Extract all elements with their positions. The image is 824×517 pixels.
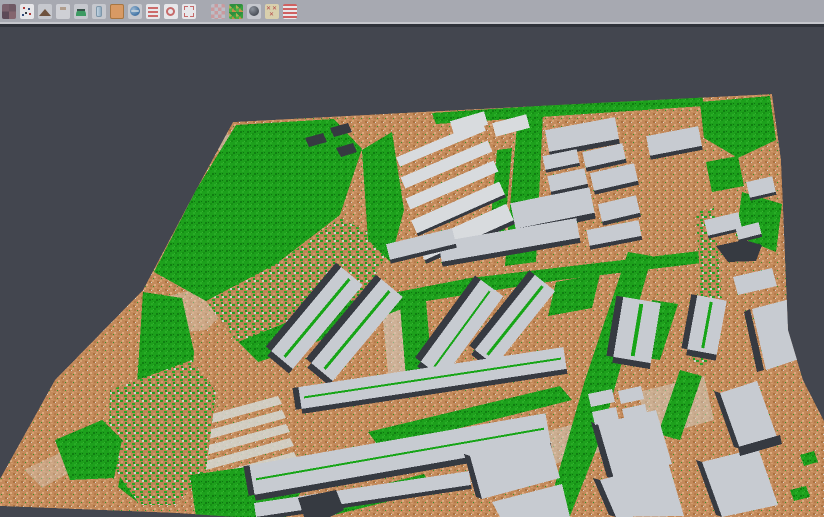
viewport-canvas[interactable] [0, 0, 824, 517]
3d-viewport[interactable] [0, 0, 824, 517]
target-ring-icon[interactable] [164, 4, 178, 19]
tie-points-icon[interactable] [20, 4, 34, 19]
terrain-model-icon[interactable] [74, 4, 88, 19]
striped-layers-icon[interactable] [283, 4, 297, 19]
application-window [0, 0, 824, 517]
markers-icon[interactable] [265, 4, 279, 19]
box-icon[interactable] [92, 4, 106, 19]
dem-hill-icon[interactable] [38, 4, 52, 19]
globe-icon[interactable] [128, 4, 142, 19]
toolbar-separator [200, 11, 207, 12]
mesh-sphere-icon[interactable] [247, 4, 261, 19]
top-bar [0, 0, 824, 27]
layer-list-icon[interactable] [146, 4, 160, 19]
classified-raster-icon[interactable] [229, 4, 243, 19]
grid-checker-icon[interactable] [211, 4, 225, 19]
sparse-points-icon[interactable] [56, 4, 70, 19]
toolbar [0, 0, 824, 22]
orthomosaic-icon[interactable] [110, 4, 124, 19]
toolbar-seam [0, 24, 824, 27]
region-brackets-icon[interactable] [182, 4, 196, 19]
workspace-icon[interactable] [2, 4, 16, 19]
